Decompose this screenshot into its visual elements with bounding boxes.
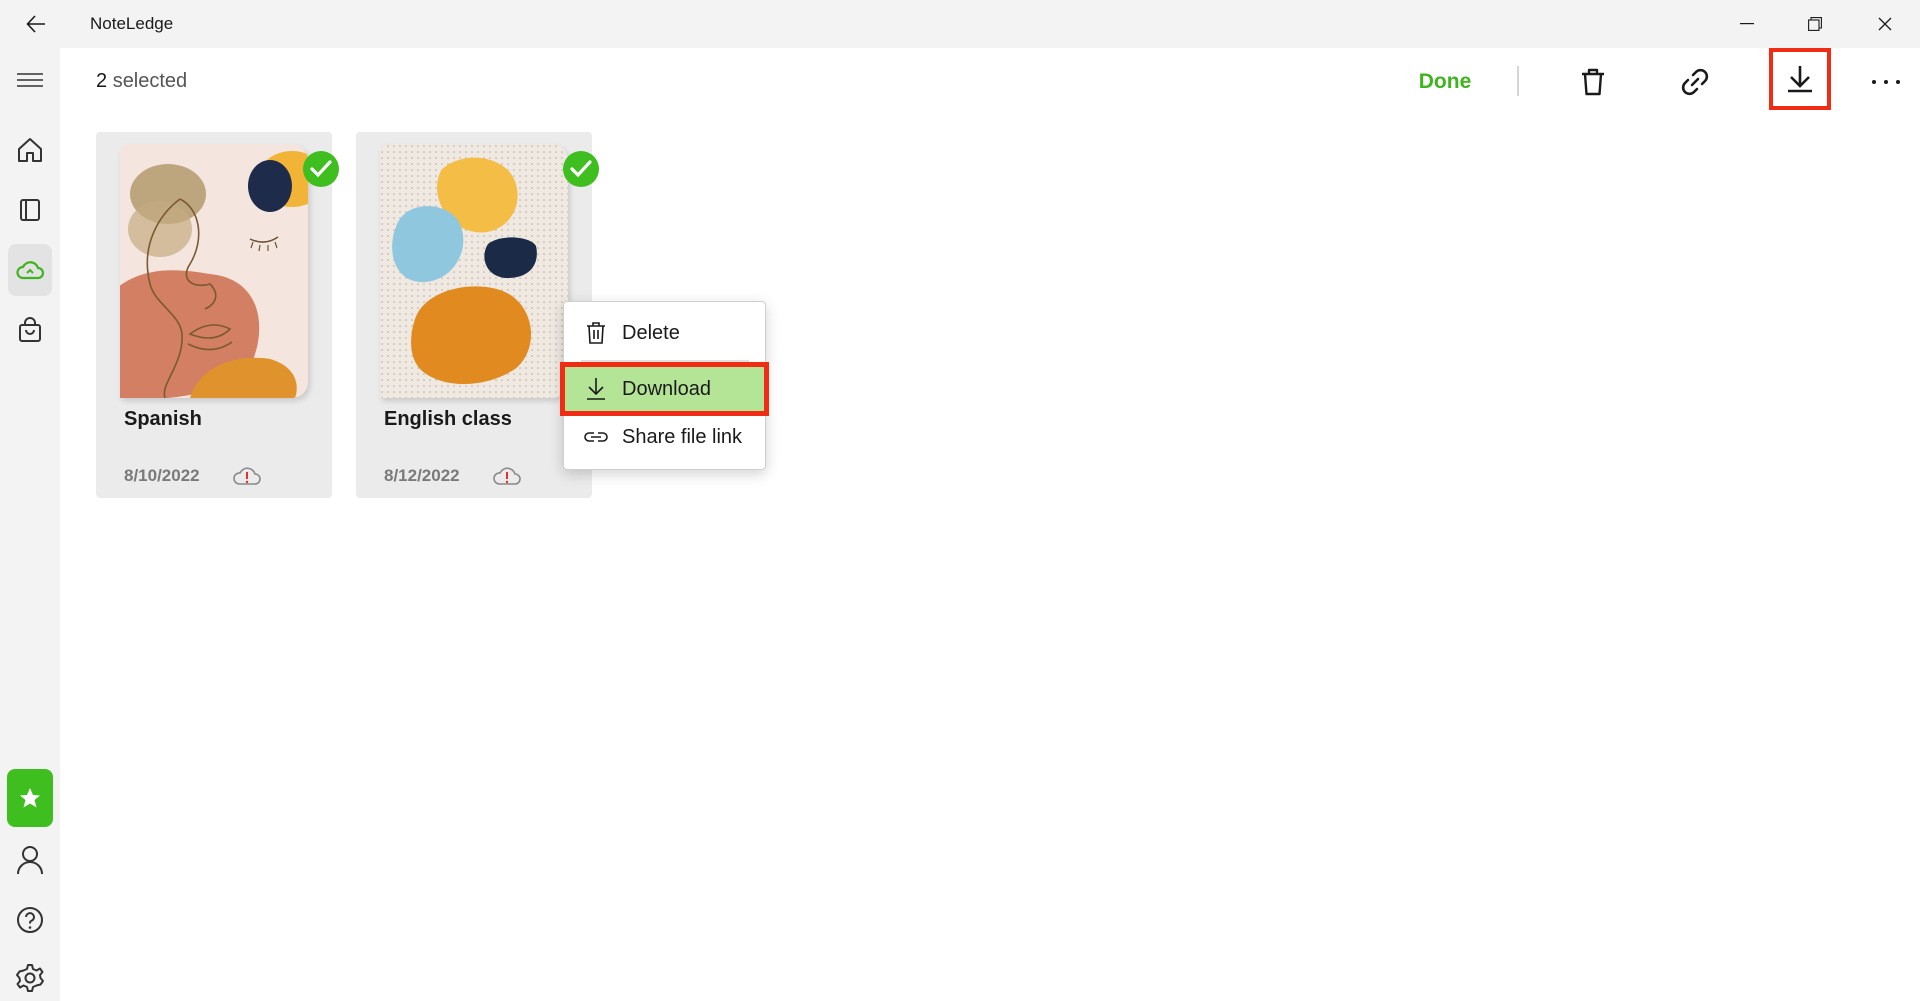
selection-count: 2 selected <box>96 70 187 93</box>
menu-divider <box>581 360 749 362</box>
sidebar-item-account[interactable] <box>8 834 52 886</box>
back-arrow-icon <box>26 15 45 33</box>
abstract-shapes-cover-art <box>380 144 568 398</box>
context-menu: Delete Download Share file link <box>560 301 769 470</box>
user-icon <box>17 846 43 875</box>
done-button[interactable]: Done <box>1410 66 1480 98</box>
sidebar-item-settings[interactable] <box>8 952 52 1001</box>
more-options-button[interactable] <box>1858 56 1914 108</box>
restore-button[interactable] <box>1780 0 1850 48</box>
menu-item-label: Delete <box>622 321 680 344</box>
premium-button[interactable] <box>7 769 53 827</box>
close-icon <box>1878 17 1892 31</box>
notebook-title: Spanish <box>124 408 202 430</box>
notebook-cover <box>380 144 568 398</box>
back-button[interactable] <box>18 8 54 40</box>
cloud-sync-icon <box>16 261 45 280</box>
menu-item-download[interactable]: Download <box>560 362 769 416</box>
download-icon <box>564 377 622 401</box>
selected-check-icon <box>303 151 339 187</box>
home-icon <box>18 138 42 162</box>
sidebar-item-notebooks[interactable] <box>8 184 52 236</box>
selected-check-icon <box>563 151 599 187</box>
share-link-button[interactable] <box>1667 56 1723 108</box>
menu-item-delete[interactable]: Delete <box>564 310 765 356</box>
link-icon <box>1681 68 1709 96</box>
cloud-warning-icon <box>233 467 261 485</box>
menu-toggle-button[interactable] <box>8 54 52 106</box>
notebook-date: 8/10/2022 <box>124 466 200 485</box>
shopping-bag-icon <box>19 317 41 342</box>
trash-icon <box>1582 68 1604 96</box>
delete-button[interactable] <box>1565 56 1621 108</box>
close-button[interactable] <box>1850 0 1920 48</box>
sidebar-item-help[interactable] <box>8 894 52 946</box>
cloud-warning-icon <box>493 467 521 485</box>
menu-item-label: Share file link <box>622 425 743 448</box>
abstract-face-cover-art <box>120 144 308 398</box>
sidebar-item-home[interactable] <box>8 124 52 176</box>
app-title: NoteLedge <box>90 14 174 33</box>
minimize-button[interactable] <box>1712 0 1782 48</box>
menu-item-label: Download <box>622 377 711 400</box>
more-icon <box>1872 80 1900 84</box>
notebook-card-spanish[interactable]: Spanish 8/10/2022 <box>96 132 339 498</box>
toolbar-divider <box>1517 66 1519 96</box>
restore-icon <box>1808 17 1822 31</box>
download-icon <box>1788 66 1812 93</box>
download-button[interactable] <box>1769 48 1831 110</box>
notebook-icon <box>20 199 40 221</box>
trash-icon <box>564 321 622 345</box>
sidebar-item-cloud[interactable] <box>8 244 52 296</box>
sidebar <box>0 48 60 1001</box>
title-bar: NoteLedge <box>0 0 1920 48</box>
hamburger-icon <box>17 73 43 87</box>
minimize-icon <box>1740 23 1754 25</box>
help-icon <box>17 907 43 933</box>
star-icon <box>20 788 40 808</box>
notebook-card-english-class[interactable]: English class 8/12/2022 <box>356 132 599 498</box>
selected-label: selected <box>112 70 188 92</box>
sidebar-item-store[interactable] <box>8 304 52 356</box>
gear-icon <box>16 964 44 992</box>
link-icon <box>564 428 622 446</box>
menu-item-share-file-link[interactable]: Share file link <box>564 414 765 460</box>
notebook-cover <box>120 144 308 398</box>
notebook-title: English class <box>384 408 512 430</box>
notebook-date: 8/12/2022 <box>384 466 460 485</box>
selected-number: 2 <box>96 70 108 92</box>
